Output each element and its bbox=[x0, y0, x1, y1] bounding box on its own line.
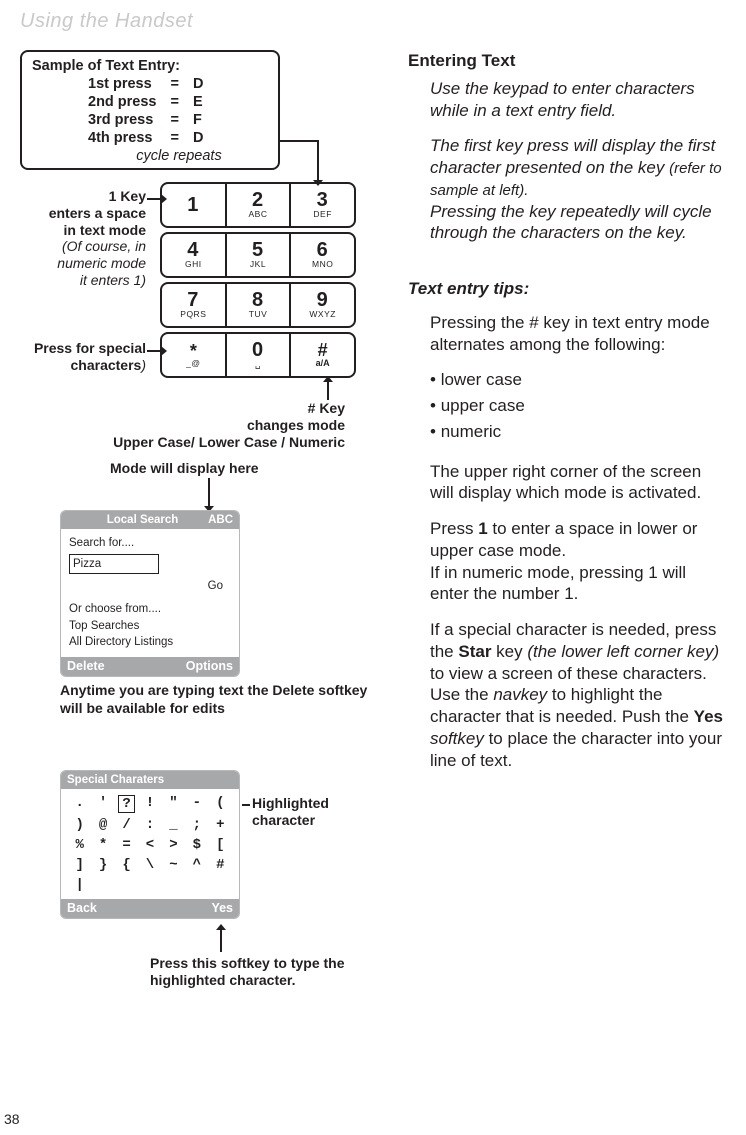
go-button[interactable]: Go bbox=[69, 578, 223, 595]
para-2: The upper right corner of the screen wil… bbox=[430, 461, 728, 505]
line-sample-v bbox=[317, 140, 319, 180]
modes-list: lower case upper case numeric bbox=[430, 369, 728, 442]
annotation-highlighted: Highlighted character bbox=[252, 795, 329, 829]
special-char[interactable]: " bbox=[165, 795, 182, 813]
right-column: Entering Text Use the keypad to enter ch… bbox=[408, 50, 728, 785]
all-listings[interactable]: All Directory Listings bbox=[69, 634, 231, 651]
titlebar: Local Search ABC bbox=[61, 511, 239, 529]
search-input[interactable]: Pizza bbox=[69, 554, 159, 575]
sample-table: 1st press=D 2nd press=E 3rd press=F 4th … bbox=[80, 74, 211, 148]
arrow-key1 bbox=[147, 198, 161, 200]
special-char[interactable]: | bbox=[71, 877, 88, 893]
key-2[interactable]: 2ABC bbox=[227, 184, 292, 226]
special-char[interactable]: . bbox=[71, 795, 88, 813]
key-1[interactable]: 1 bbox=[162, 184, 227, 226]
line-sample-h bbox=[280, 140, 318, 142]
heading-entering-text: Entering Text bbox=[408, 50, 728, 72]
para-1a: Use the keypad to enter characters while… bbox=[430, 78, 728, 122]
special-char[interactable]: ' bbox=[94, 795, 111, 813]
para-1c: Pressing the key repeatedly will cycle t… bbox=[430, 201, 728, 245]
para-4e: Use the navkey to highlight the characte… bbox=[430, 684, 728, 771]
arrow-softkey bbox=[220, 930, 222, 952]
special-titlebar: Special Charaters bbox=[61, 771, 239, 789]
special-char[interactable]: > bbox=[165, 837, 182, 853]
special-char[interactable]: + bbox=[212, 817, 229, 833]
para-1b: The first key press will display the fir… bbox=[430, 135, 728, 200]
annotation-softkey: Press this softkey to type the highlight… bbox=[150, 955, 380, 989]
special-char[interactable]: % bbox=[71, 837, 88, 853]
special-char[interactable]: = bbox=[118, 837, 135, 853]
special-char[interactable]: } bbox=[94, 857, 111, 873]
annotation-delete: Anytime you are typing text the Delete s… bbox=[60, 682, 370, 717]
annotation-star: Press for special characters) bbox=[0, 340, 146, 374]
special-char[interactable]: [ bbox=[212, 837, 229, 853]
arrow-hash bbox=[327, 382, 329, 400]
screen-title: Local Search bbox=[77, 514, 208, 526]
softkey-yes[interactable]: Yes bbox=[211, 901, 233, 915]
special-char[interactable]: ] bbox=[71, 857, 88, 873]
special-char[interactable]: : bbox=[141, 817, 158, 833]
softkey-back[interactable]: Back bbox=[67, 901, 97, 915]
tips-intro: Pressing the # key in text entry mode al… bbox=[430, 312, 728, 356]
softkey-delete[interactable]: Delete bbox=[67, 659, 105, 673]
special-char[interactable]: ) bbox=[71, 817, 88, 833]
special-char[interactable]: # bbox=[212, 857, 229, 873]
mode-upper: upper case bbox=[430, 395, 728, 417]
softkey-options[interactable]: Options bbox=[186, 659, 233, 673]
sample-box: Sample of Text Entry: 1st press=D 2nd pr… bbox=[20, 50, 280, 170]
para-3: Press 1 to enter a space in lower or upp… bbox=[430, 518, 728, 562]
heading-tips: Text entry tips: bbox=[408, 278, 728, 300]
special-char[interactable]: ? bbox=[118, 795, 135, 813]
keypad: 1 2ABC 3DEF 4GHI 5JKL 6MNO 7PQRS 8TUV 9W… bbox=[160, 182, 356, 382]
arrow-mode bbox=[208, 478, 210, 506]
special-char[interactable]: \ bbox=[141, 857, 158, 873]
special-char[interactable]: - bbox=[188, 795, 205, 813]
local-search-screen: Local Search ABC Search for.... Pizza Go… bbox=[60, 510, 240, 677]
mode-numeric: numeric bbox=[430, 421, 728, 443]
key-6[interactable]: 6MNO bbox=[291, 234, 354, 276]
page-number: 38 bbox=[4, 1111, 20, 1127]
key-0[interactable]: 0␣ bbox=[227, 334, 292, 376]
special-char[interactable]: { bbox=[118, 857, 135, 873]
special-char[interactable]: ; bbox=[188, 817, 205, 833]
special-char[interactable]: ( bbox=[212, 795, 229, 813]
special-char[interactable]: @ bbox=[94, 817, 111, 833]
mode-indicator: ABC bbox=[208, 514, 233, 526]
key-4[interactable]: 4GHI bbox=[162, 234, 227, 276]
key-7[interactable]: 7PQRS bbox=[162, 284, 227, 326]
para-3c: If in numeric mode, pressing 1 will ente… bbox=[430, 562, 728, 606]
special-char[interactable]: ~ bbox=[165, 857, 182, 873]
key-star[interactable]: *_@ bbox=[162, 334, 227, 376]
key-5[interactable]: 5JKL bbox=[227, 234, 292, 276]
special-char[interactable]: ^ bbox=[188, 857, 205, 873]
key-hash[interactable]: #a/A bbox=[291, 334, 354, 376]
left-column: Sample of Text Entry: 1st press=D 2nd pr… bbox=[20, 50, 390, 170]
key-9[interactable]: 9WXYZ bbox=[291, 284, 354, 326]
special-char[interactable]: ! bbox=[141, 795, 158, 813]
page-title: Using the Handset bbox=[20, 10, 193, 33]
para-4: If a special character is needed, press … bbox=[430, 619, 728, 684]
special-char[interactable]: / bbox=[118, 817, 135, 833]
annotation-mode: Mode will display here bbox=[110, 460, 259, 477]
cycle-note: cycle repeats bbox=[90, 148, 268, 164]
special-char[interactable]: < bbox=[141, 837, 158, 853]
top-searches[interactable]: Top Searches bbox=[69, 618, 231, 635]
search-for-label: Search for.... bbox=[69, 535, 231, 552]
char-grid[interactable]: . '?! "-() @ /: _; +% * = < > $ []} { \ ~ ^ # | bbox=[61, 789, 239, 899]
special-chars-screen: Special Charaters . '?! "-() @ /: _; +% * = < > $ []… bbox=[60, 770, 240, 919]
annotation-hash: # Key changes mode Upper Case/ Lower Cas… bbox=[60, 400, 345, 450]
or-choose-label: Or choose from.... bbox=[69, 601, 231, 618]
special-char[interactable]: * bbox=[94, 837, 111, 853]
arrow-star bbox=[147, 350, 161, 352]
special-title: Special Charaters bbox=[67, 774, 233, 786]
sample-title: Sample of Text Entry: bbox=[32, 58, 268, 74]
line-highlighted bbox=[242, 804, 250, 806]
mode-lower: lower case bbox=[430, 369, 728, 391]
key-8[interactable]: 8TUV bbox=[227, 284, 292, 326]
special-char[interactable]: $ bbox=[188, 837, 205, 853]
key-3[interactable]: 3DEF bbox=[291, 184, 354, 226]
special-char[interactable]: _ bbox=[165, 817, 182, 833]
annotation-key1: 1 Key enters a space in text mode (Of co… bbox=[6, 188, 146, 289]
